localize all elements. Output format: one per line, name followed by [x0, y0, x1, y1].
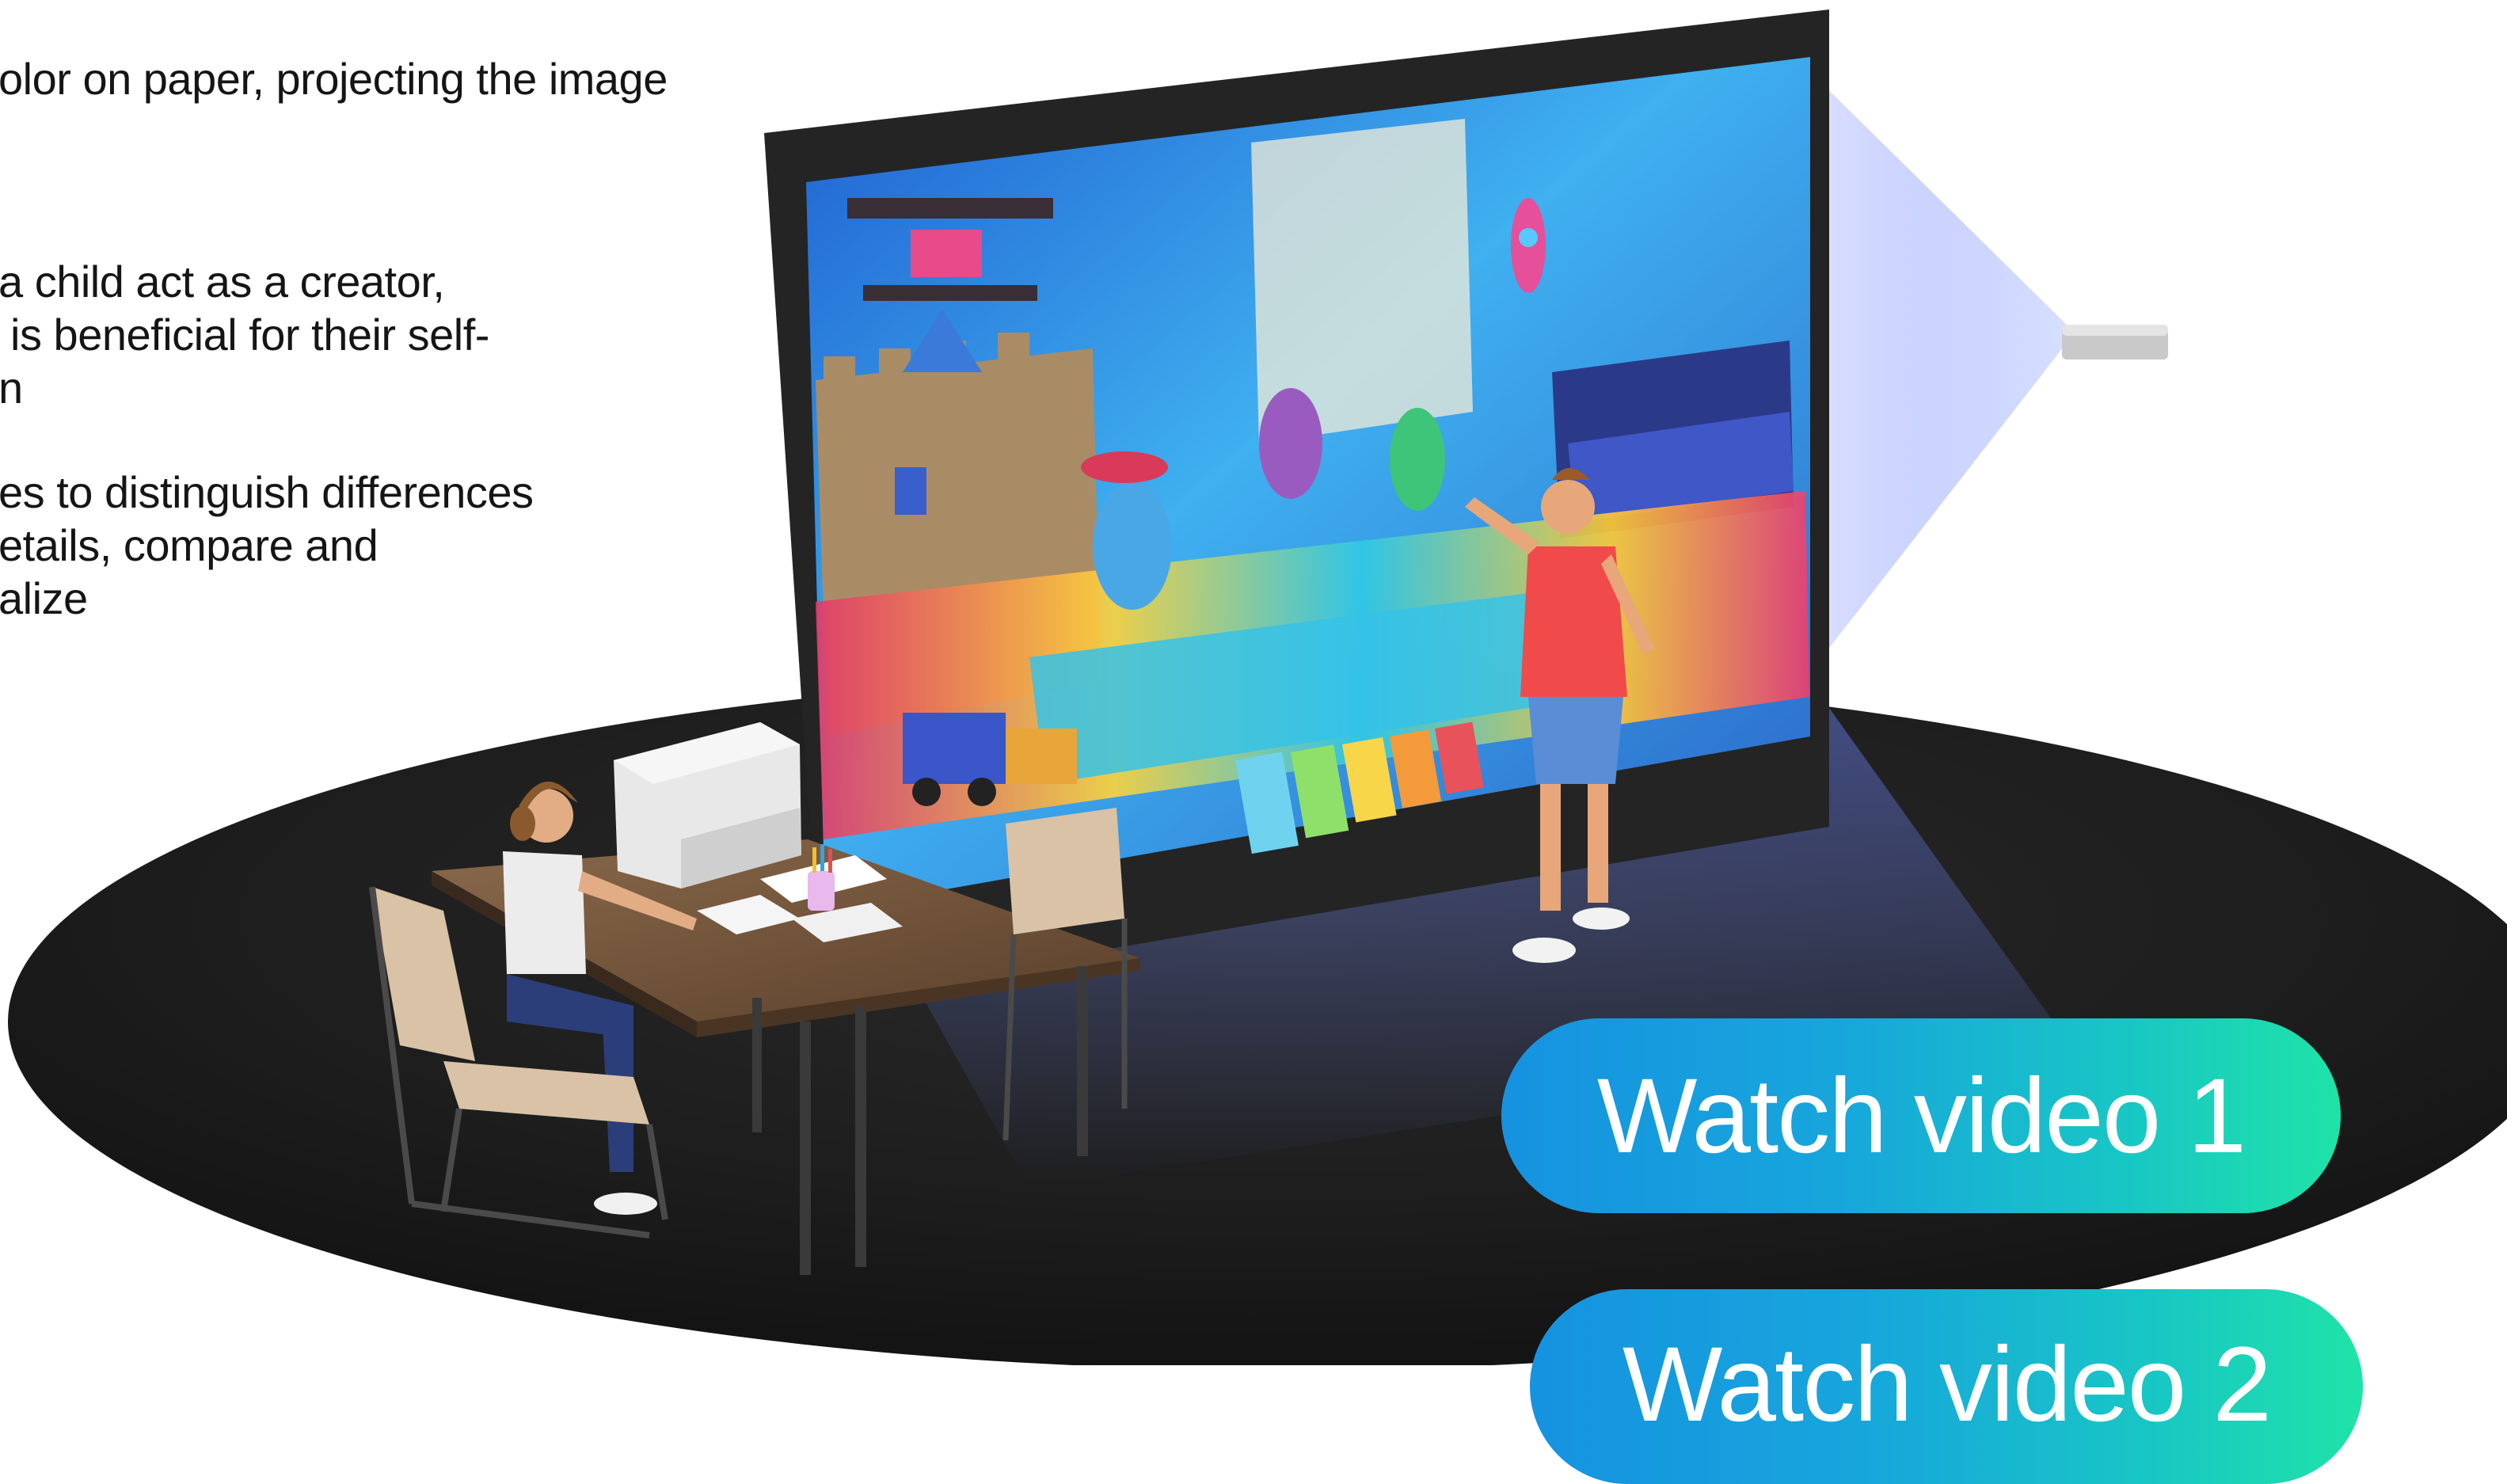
projector: [2062, 325, 2168, 360]
watch-video-1-button[interactable]: Watch video 1: [1501, 1018, 2341, 1213]
projected-rocket: [1511, 198, 1546, 293]
watch-video-2-button[interactable]: Watch video 2: [1530, 1289, 2363, 1484]
projector-beam: [1791, 55, 2075, 697]
